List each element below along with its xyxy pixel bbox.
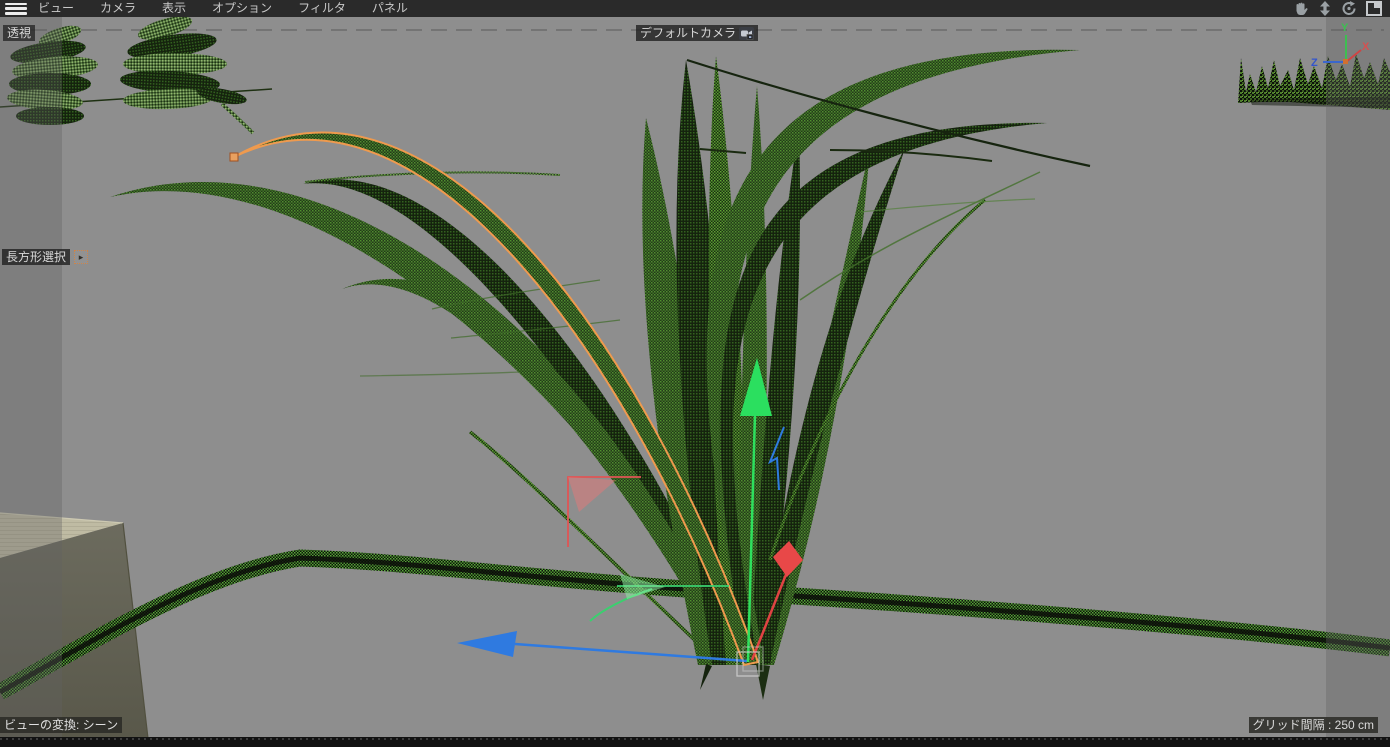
menu-view[interactable]: ビュー: [36, 0, 76, 17]
view-control-icons: [1293, 1, 1382, 16]
axis-label-y: Y: [1341, 22, 1349, 34]
menu-panel[interactable]: パネル: [370, 0, 410, 17]
left-shade-band: [0, 17, 62, 737]
status-grid-spacing: グリッド間隔 : 250 cm: [1249, 717, 1378, 733]
tool-label: 長方形選択: [2, 249, 70, 265]
projection-label: 透視: [3, 25, 35, 41]
flyout-arrow-icon[interactable]: ▸: [74, 250, 88, 264]
viewport-canvas[interactable]: Y X Z: [0, 0, 1390, 747]
zoom-dolly-icon[interactable]: [1318, 1, 1332, 16]
status-view-transform: ビューの変換: シーン: [0, 717, 122, 733]
active-tool-widget[interactable]: 長方形選択 ▸: [2, 249, 88, 265]
menu-options[interactable]: オプション: [210, 0, 274, 17]
right-shade-band: [1326, 17, 1390, 737]
menu-filter[interactable]: フィルタ: [296, 0, 348, 17]
viewport-menubar: ビュー カメラ 表示 オプション フィルタ パネル: [0, 0, 1390, 17]
3d-app-window: Y X Z ビュー カメラ 表示 オプション フィルタ パネル: [0, 0, 1390, 747]
pan-hand-icon[interactable]: [1293, 1, 1309, 16]
axis-label-z: Z: [1311, 57, 1318, 69]
bottom-bar: [0, 737, 1390, 747]
hamburger-menu-icon[interactable]: [5, 3, 27, 15]
axis-label-x: X: [1362, 41, 1370, 53]
camera-icon[interactable]: [739, 27, 754, 40]
rotate-view-icon[interactable]: [1341, 1, 1357, 16]
toggle-layout-icon[interactable]: [1366, 1, 1382, 16]
menu-camera[interactable]: カメラ: [98, 0, 138, 17]
menu-display[interactable]: 表示: [160, 0, 188, 17]
camera-selector[interactable]: デフォルトカメラ: [636, 25, 758, 41]
selected-point-handle[interactable]: [230, 153, 238, 161]
camera-label: デフォルトカメラ: [640, 25, 736, 41]
menu-items: ビュー カメラ 表示 オプション フィルタ パネル: [36, 0, 410, 17]
